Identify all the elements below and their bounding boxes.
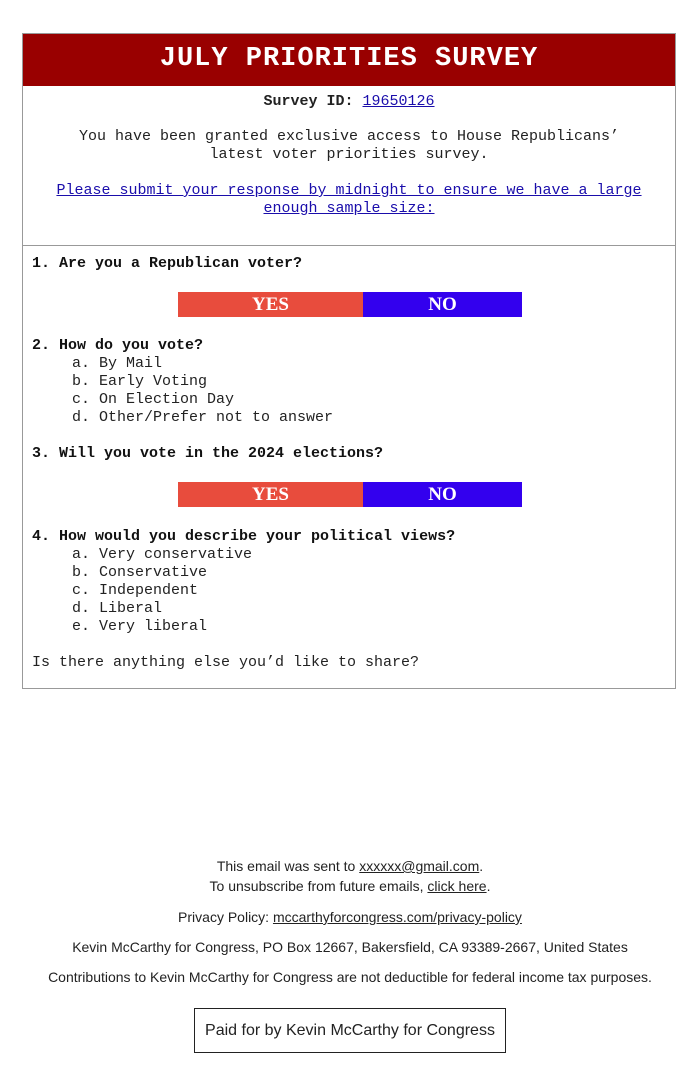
question-1-answer: YES NO (178, 292, 522, 317)
questions: 1. Are you a Republican voter? YES NO 2.… (23, 255, 675, 672)
unsubscribe-label: To unsubscribe from future emails, (209, 878, 428, 894)
survey-intro: Survey ID: 19650126 You have been grante… (23, 86, 675, 246)
question-3: 3. Will you vote in the 2024 elections? (32, 445, 384, 462)
sent-to-label: This email was sent to (216, 858, 360, 874)
q1-yes-button[interactable]: YES (178, 292, 363, 317)
unsubscribe-link[interactable]: click here (427, 878, 486, 894)
question-2: 2. How do you vote? (32, 337, 204, 354)
survey-id-line: Survey ID: 19650126 (23, 86, 675, 111)
email-link[interactable]: xxxxxx@gmail.com (359, 858, 479, 874)
period: . (479, 858, 484, 874)
q2-option[interactable]: d. Other/Prefer not to answer (32, 409, 675, 427)
q4-option[interactable]: c. Independent (32, 582, 675, 600)
q4-option[interactable]: e. Very liberal (32, 618, 675, 636)
q4-option[interactable]: b. Conservative (32, 564, 675, 582)
footer-sent-to: This email was sent to xxxxxx@gmail.com.… (0, 856, 700, 896)
privacy-label: Privacy Policy: (178, 909, 273, 925)
q2-option[interactable]: b. Early Voting (32, 373, 675, 391)
footer-privacy: Privacy Policy: mccarthyforcongress.com/… (0, 907, 700, 927)
q4-option[interactable]: d. Liberal (32, 600, 675, 618)
question-4: 4. How would you describe your political… (32, 528, 456, 545)
privacy-policy-link[interactable]: mccarthyforcongress.com/privacy-policy (273, 909, 522, 925)
question-1: 1. Are you a Republican voter? (32, 255, 303, 272)
period: . (486, 878, 491, 894)
question-3-answer: YES NO (178, 482, 522, 507)
paid-for-box: Paid for by Kevin McCarthy for Congress (194, 1008, 506, 1053)
submit-response-link[interactable]: Please submit your response by midnight … (56, 182, 641, 217)
footer-disclaimer: Contributions to Kevin McCarthy for Cong… (48, 969, 652, 985)
closing-question: Is there anything else you’d like to sha… (32, 654, 420, 671)
q2-option[interactable]: c. On Election Day (32, 391, 675, 409)
survey-id-label: Survey ID: (263, 93, 354, 110)
survey-title: JULY PRIORITIES SURVEY (23, 34, 675, 86)
survey-card: JULY PRIORITIES SURVEY Survey ID: 196501… (22, 33, 676, 689)
q1-no-button[interactable]: NO (363, 292, 522, 317)
footer-address: Kevin McCarthy for Congress, PO Box 1266… (72, 939, 628, 955)
q3-yes-button[interactable]: YES (178, 482, 363, 507)
q2-option[interactable]: a. By Mail (32, 355, 675, 373)
survey-id-link[interactable]: 19650126 (363, 93, 435, 110)
q3-no-button[interactable]: NO (363, 482, 522, 507)
q4-option[interactable]: a. Very conservative (32, 546, 675, 564)
survey-description: You have been granted exclusive access t… (78, 128, 620, 163)
